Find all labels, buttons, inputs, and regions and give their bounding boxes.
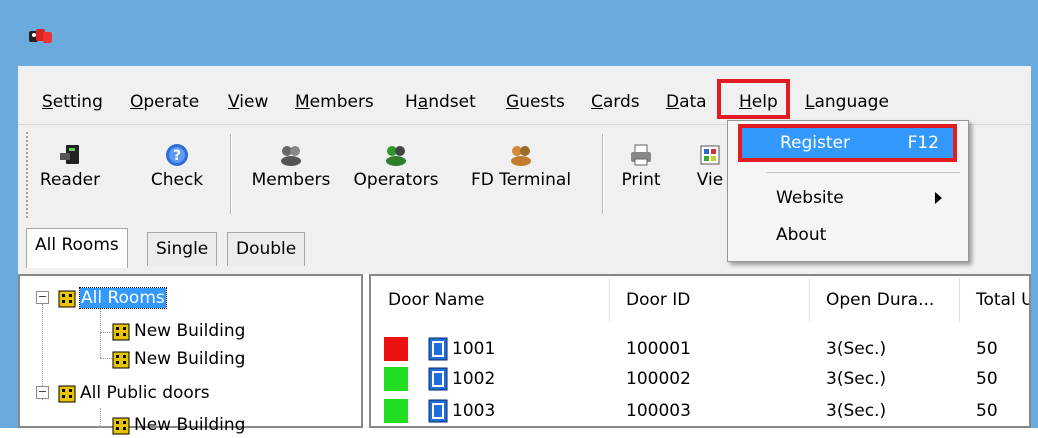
open-duration-cell: 3(Sec.) — [826, 401, 887, 421]
menu-cards[interactable]: Cards — [589, 90, 642, 114]
building-icon — [112, 323, 130, 340]
title-bar — [0, 0, 1038, 66]
tab-double[interactable]: Double — [227, 232, 306, 266]
open-duration-cell: 3(Sec.) — [826, 369, 887, 389]
door-status-indicator — [384, 367, 408, 391]
tree-collapse-toggle[interactable]: − — [36, 386, 49, 399]
door-status-indicator — [384, 399, 408, 423]
submenu-arrow-icon — [935, 192, 942, 204]
column-open-duration[interactable]: Open Dura... — [810, 278, 960, 322]
print-button[interactable]: Print — [612, 132, 670, 212]
printer-icon — [631, 144, 651, 166]
tree-collapse-toggle[interactable]: − — [36, 291, 49, 304]
menu-members[interactable]: Members — [293, 90, 376, 114]
tab-single[interactable]: Single — [147, 232, 218, 266]
door-id-cell: 100002 — [626, 369, 691, 389]
register-menu-item[interactable]: Register F12 — [738, 124, 957, 162]
menu-handset[interactable]: Handset — [403, 90, 478, 114]
building-icon — [58, 385, 76, 402]
door-name-cell: 1003 — [452, 401, 496, 421]
door-name-cell: 1002 — [452, 369, 496, 389]
svg-text:?: ? — [173, 148, 181, 164]
view-icon — [700, 145, 720, 165]
tab-all-rooms[interactable]: All Rooms — [26, 228, 128, 268]
fd-terminal-icon — [511, 146, 531, 166]
door-name-cell: 1001 — [452, 339, 496, 359]
door-icon — [428, 337, 448, 361]
reader-button[interactable]: Reader — [36, 132, 104, 212]
question-icon: ? — [166, 144, 188, 166]
toolbar-grip[interactable] — [26, 132, 32, 218]
column-door-id[interactable]: Door ID — [610, 278, 810, 322]
app-logo-icon — [29, 29, 52, 43]
open-duration-cell: 3(Sec.) — [826, 339, 887, 359]
total-cell: 50 — [976, 369, 998, 389]
help-highlight-box — [717, 79, 790, 119]
operators-icon — [386, 146, 406, 166]
total-cell: 50 — [976, 339, 998, 359]
building-icon — [58, 290, 76, 307]
menu-operate[interactable]: Operate — [128, 90, 201, 114]
tree-node-all-rooms[interactable]: All Rooms — [58, 285, 167, 311]
door-icon — [428, 399, 448, 423]
window-frame-right — [1031, 66, 1038, 428]
total-cell: 50 — [976, 401, 998, 421]
check-button[interactable]: ? Check — [146, 132, 208, 212]
window-frame-left — [0, 66, 18, 428]
view-button[interactable]: Vie — [690, 132, 730, 212]
tree-node-new-building[interactable]: New Building — [112, 412, 245, 438]
toolbar-separator — [230, 134, 232, 214]
about-menu-item[interactable]: About — [776, 220, 826, 250]
website-menu-item[interactable]: Website — [776, 183, 844, 213]
door-id-cell: 100001 — [626, 339, 691, 359]
members-button[interactable]: Members — [248, 132, 334, 212]
tree-node-new-building[interactable]: New Building — [112, 318, 245, 344]
door-icon — [428, 367, 448, 391]
menu-separator — [766, 172, 960, 173]
tree-connector — [100, 308, 101, 358]
toolbar-separator — [602, 134, 604, 214]
door-id-cell: 100003 — [626, 401, 691, 421]
door-status-indicator — [384, 337, 408, 361]
operators-button[interactable]: Operators — [344, 132, 448, 212]
tree-node-all-public-doors[interactable]: All Public doors — [58, 380, 210, 406]
building-icon — [112, 351, 130, 368]
menu-guests[interactable]: Guests — [504, 90, 567, 114]
menu-data[interactable]: Data — [664, 90, 709, 114]
building-icon — [112, 417, 130, 434]
fd-terminal-button[interactable]: FD Terminal — [452, 132, 590, 212]
menu-language[interactable]: Language — [803, 90, 891, 114]
column-door-name[interactable]: Door Name — [372, 278, 610, 322]
tree-node-new-building[interactable]: New Building — [112, 346, 245, 372]
card-reader-icon — [60, 145, 79, 164]
menu-setting[interactable]: Setting — [40, 90, 105, 114]
members-icon — [281, 146, 301, 166]
menu-view[interactable]: View — [226, 90, 270, 114]
tree-connector — [100, 408, 101, 428]
column-total[interactable]: Total U — [960, 278, 1029, 322]
